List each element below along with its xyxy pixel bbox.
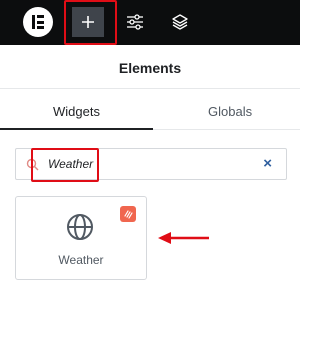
left-arrow-icon bbox=[158, 232, 209, 244]
clear-search-button[interactable]: × bbox=[263, 155, 272, 172]
layers-icon bbox=[172, 14, 188, 30]
globe-icon bbox=[67, 214, 93, 240]
elementor-logo-icon[interactable] bbox=[23, 7, 53, 37]
search-highlight bbox=[31, 148, 99, 182]
add-button-highlight bbox=[64, 0, 117, 45]
active-tab-indicator bbox=[0, 128, 153, 130]
pro-badge-icon bbox=[120, 206, 136, 222]
site-settings-button[interactable] bbox=[120, 7, 150, 37]
weather-widget-card[interactable]: Weather bbox=[15, 196, 147, 280]
structure-button[interactable] bbox=[165, 7, 195, 37]
tab-widgets[interactable]: Widgets bbox=[53, 104, 100, 119]
header-divider bbox=[0, 88, 300, 89]
sliders-icon bbox=[127, 14, 143, 30]
tab-globals[interactable]: Globals bbox=[208, 104, 252, 119]
editor-toolbar bbox=[0, 0, 300, 45]
widget-label: Weather bbox=[58, 253, 104, 267]
panel-title: Elements bbox=[118, 60, 182, 76]
